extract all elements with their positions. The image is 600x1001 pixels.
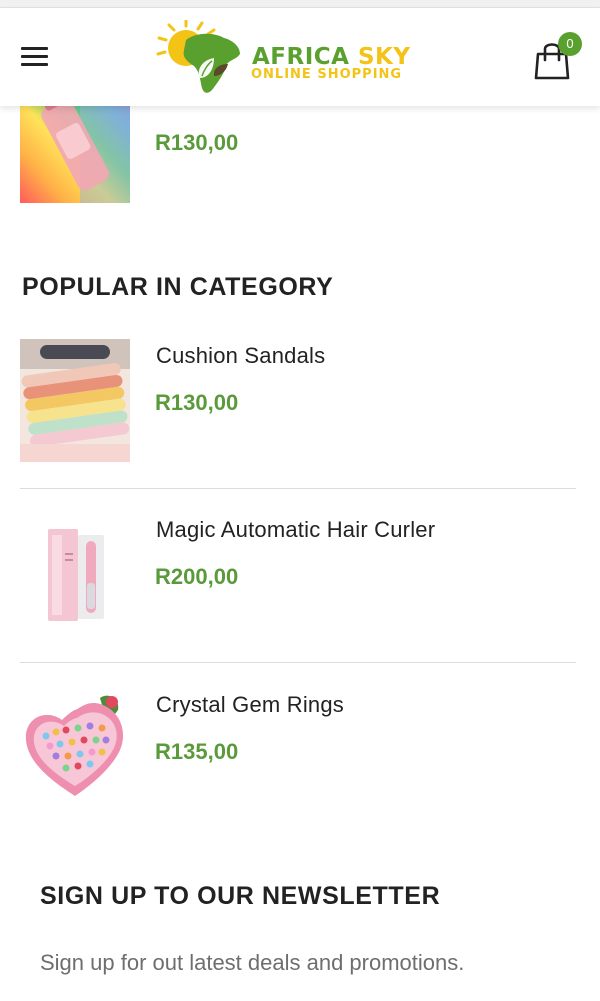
africa-sun-icon xyxy=(156,20,240,93)
divider xyxy=(20,488,576,489)
product-image[interactable] xyxy=(20,513,130,636)
product-price: R130,00 xyxy=(155,130,239,155)
product-name[interactable]: Cushion Sandals xyxy=(156,343,325,369)
section-title: POPULAR IN CATEGORY xyxy=(22,273,334,301)
product-name[interactable]: Crystal Gem Rings xyxy=(156,692,344,718)
product-price: R135,00 xyxy=(155,739,239,764)
product-name[interactable]: Magic Automatic Hair Curler xyxy=(156,517,435,543)
divider xyxy=(20,662,576,663)
brand-tagline: ONLINE SHOPPING xyxy=(251,67,403,82)
product-image[interactable] xyxy=(20,339,130,462)
product-price: R200,00 xyxy=(155,564,239,589)
site-header: AFRICA SKY ONLINE SHOPPING 0 xyxy=(0,8,600,106)
product-price: R130,00 xyxy=(155,390,239,415)
product-image[interactable] xyxy=(20,688,130,811)
newsletter-description: Sign up for out latest deals and promoti… xyxy=(40,950,465,975)
site-logo[interactable]: AFRICA SKY ONLINE SHOPPING xyxy=(156,20,446,98)
newsletter-title: SIGN UP TO OUR NEWSLETTER xyxy=(40,882,441,910)
cart-button[interactable]: 0 xyxy=(532,32,582,86)
status-strip xyxy=(0,0,600,8)
menu-icon[interactable] xyxy=(18,42,52,72)
cart-count-badge: 0 xyxy=(558,32,582,56)
